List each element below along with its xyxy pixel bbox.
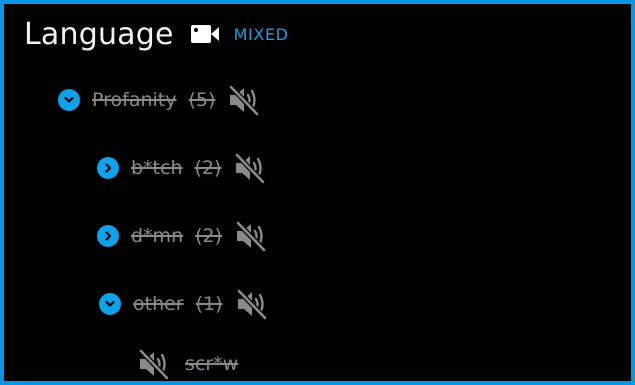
speaker-muted-icon[interactable] xyxy=(227,83,261,117)
chevron-right-icon[interactable] xyxy=(97,225,119,247)
tree-item-label[interactable]: d*mn xyxy=(131,225,183,247)
tree-item-label[interactable]: b*tch xyxy=(131,157,183,179)
tree-item-count: (1) xyxy=(195,293,223,315)
tree-item-label[interactable]: Profanity xyxy=(92,89,177,111)
tree-item-screw: scr*w xyxy=(137,347,238,381)
panel-title: Language xyxy=(24,16,174,52)
speaker-muted-icon[interactable] xyxy=(137,347,171,381)
chevron-down-icon[interactable] xyxy=(58,89,80,111)
tree-item-damn: d*mn (2) xyxy=(97,219,268,253)
filter-mode-label[interactable]: MIXED xyxy=(234,25,289,44)
chevron-right-icon[interactable] xyxy=(97,157,119,179)
video-camera-icon xyxy=(190,23,220,45)
tree-item-label[interactable]: scr*w xyxy=(185,353,238,375)
speaker-muted-icon[interactable] xyxy=(235,287,269,321)
tree-item-bitch: b*tch (2) xyxy=(97,151,267,185)
tree-item-other: other (1) xyxy=(99,287,269,321)
tree-item-profanity: Profanity (5) xyxy=(58,83,261,117)
tree-item-count: (2) xyxy=(194,157,222,179)
speaker-muted-icon[interactable] xyxy=(234,219,268,253)
chevron-down-icon[interactable] xyxy=(99,293,121,315)
tree-item-count: (2) xyxy=(195,225,223,247)
language-filter-panel: Language MIXED Profanity (5) b*tch (2) d… xyxy=(0,0,635,385)
tree-item-label[interactable]: other xyxy=(133,293,184,315)
panel-header: Language MIXED xyxy=(24,12,289,56)
tree-item-count: (5) xyxy=(188,89,216,111)
speaker-muted-icon[interactable] xyxy=(233,151,267,185)
